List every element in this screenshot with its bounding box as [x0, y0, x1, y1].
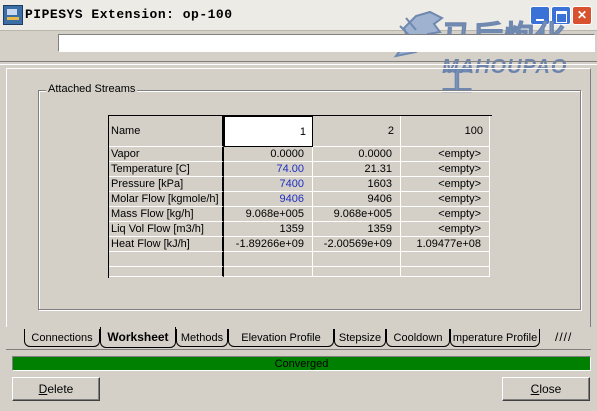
delete-button[interactable]: Delete — [12, 377, 100, 401]
cell-value[interactable]: 1603 — [313, 177, 401, 192]
streams-grid: Name 1 2 100 Vapor 0.0000 0.0000 <empty>… — [108, 115, 492, 278]
name-field[interactable] — [58, 34, 595, 52]
table-row: Mass Flow [kg/h] 9.068e+005 9.068e+005 <… — [109, 207, 490, 222]
row-label: Mass Flow [kg/h] — [109, 207, 224, 222]
tab-baseline — [6, 349, 591, 350]
tab-temperature-profile[interactable]: mperature Profile — [450, 329, 540, 347]
empty-cell — [109, 267, 224, 277]
close-button[interactable]: Close — [502, 377, 590, 401]
separator — [0, 61, 597, 65]
minimize-icon — [531, 7, 549, 24]
empty-cell — [109, 252, 224, 267]
cell-value[interactable]: <empty> — [401, 162, 490, 177]
table-row: Liq Vol Flow [m3/h] 1359 1359 <empty> — [109, 222, 490, 237]
cell-value[interactable]: 9.068e+005 — [313, 207, 401, 222]
cell-value[interactable]: 1359 — [313, 222, 401, 237]
table-row-empty — [109, 252, 490, 267]
table-row-empty — [109, 267, 490, 277]
cell-value[interactable]: 0.0000 — [313, 147, 401, 162]
maximize-icon — [552, 7, 570, 24]
row-label: Liq Vol Flow [m3/h] — [109, 222, 224, 237]
window-title: PIPESYS Extension: op-100 — [25, 7, 233, 22]
cell-value[interactable]: <empty> — [401, 147, 490, 162]
tab-connections[interactable]: Connections — [24, 329, 100, 347]
cell-value[interactable]: -2.00569e+09 — [313, 237, 401, 252]
tab-methods[interactable]: Methods — [176, 329, 228, 347]
row-label: Molar Flow [kgmole/h] — [109, 192, 224, 207]
tab-elevation-profile[interactable]: Elevation Profile — [228, 329, 334, 347]
empty-cell[interactable] — [401, 252, 490, 267]
cell-value[interactable]: 9.068e+005 — [224, 207, 313, 222]
cell-value[interactable]: -1.89266e+09 — [224, 237, 313, 252]
empty-cell[interactable] — [224, 267, 313, 277]
empty-cell[interactable] — [224, 252, 313, 267]
cell-value[interactable]: <empty> — [401, 192, 490, 207]
table-row: Pressure [kPa] 7400 1603 <empty> — [109, 177, 490, 192]
title-bar: PIPESYS Extension: op-100 ✕ — [0, 0, 597, 31]
row-label: Pressure [kPa] — [109, 177, 224, 192]
cell-value[interactable]: 9406 — [224, 192, 313, 207]
cell-value[interactable]: <empty> — [401, 222, 490, 237]
maximize-button[interactable] — [551, 6, 571, 25]
tab-strip: Connections Worksheet Methods Elevation … — [10, 327, 590, 348]
header-name-label: Name — [109, 116, 224, 147]
row-label: Temperature [C] — [109, 162, 224, 177]
close-icon: ✕ — [576, 8, 588, 22]
table-row: Heat Flow [kJ/h] -1.89266e+09 -2.00569e+… — [109, 237, 490, 252]
header-col-1[interactable]: 1 — [224, 116, 313, 147]
cell-value[interactable]: 1359 — [224, 222, 313, 237]
close-window-button[interactable]: ✕ — [572, 6, 592, 25]
row-label: Vapor — [109, 147, 224, 162]
cell-value[interactable]: 21.31 — [313, 162, 401, 177]
app-icon[interactable] — [3, 5, 23, 25]
tab-scroll-icon[interactable]: //// — [555, 330, 572, 344]
cell-value[interactable]: 74.00 — [224, 162, 313, 177]
close-label: lose — [539, 382, 562, 396]
empty-cell[interactable] — [313, 267, 401, 277]
cell-value[interactable]: 7400 — [224, 177, 313, 192]
tab-worksheet[interactable]: Worksheet — [100, 327, 176, 348]
table-row: Vapor 0.0000 0.0000 <empty> — [109, 147, 490, 162]
cell-value[interactable]: 0.0000 — [224, 147, 313, 162]
empty-cell[interactable] — [313, 252, 401, 267]
tab-stepsize[interactable]: Stepsize — [334, 329, 386, 347]
table-row: Molar Flow [kgmole/h] 9406 9406 <empty> — [109, 192, 490, 207]
empty-cell[interactable] — [401, 267, 490, 277]
header-col-2[interactable]: 2 — [313, 116, 401, 147]
cell-value[interactable]: 9406 — [313, 192, 401, 207]
delete-accel: D — [38, 382, 48, 396]
table-row: Temperature [C] 74.00 21.31 <empty> — [109, 162, 490, 177]
group-label: Attached Streams — [46, 83, 138, 95]
cell-value[interactable]: <empty> — [401, 207, 490, 222]
cell-value[interactable]: <empty> — [401, 177, 490, 192]
row-label: Heat Flow [kJ/h] — [109, 237, 224, 252]
delete-label: elete — [47, 382, 74, 396]
header-col-3[interactable]: 100 — [401, 116, 490, 147]
tab-cooldown[interactable]: Cooldown — [386, 329, 450, 347]
minimize-button[interactable] — [530, 6, 550, 25]
status-bar: Converged — [12, 356, 591, 371]
cell-value[interactable]: 1.09477e+08 — [401, 237, 490, 252]
grid-header-row: Name 1 2 100 — [109, 116, 490, 147]
